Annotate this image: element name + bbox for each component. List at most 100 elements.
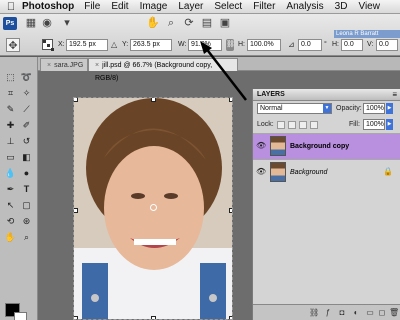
hand-tool-icon[interactable]: ✋ [146,16,160,30]
blend-mode-value: Normal [260,105,283,112]
ruler-tool-icon[interactable]: ⟋ [19,103,34,116]
lasso-tool-icon[interactable]: ➰ [19,71,34,84]
rotate-view-icon[interactable]: ⟳ [182,16,196,30]
menu-select[interactable]: Select [214,1,242,12]
blur-tool-icon[interactable]: 💧 [3,167,18,180]
layers-panel: LAYERS ≡ Normal ▼ Opacity: 100% ▶ Lock: … [252,89,400,320]
eye-icon[interactable]: 👁 [256,168,266,176]
delta-icon[interactable]: △ [111,40,117,49]
x-field[interactable]: 192.5 px [66,39,108,51]
zoom-icon[interactable]: ◉ [40,16,54,30]
menu-file[interactable]: File [84,1,100,12]
mask-icon[interactable]: ◘ [337,308,347,318]
menu-analysis[interactable]: Analysis [286,1,323,12]
reference-point-icon[interactable] [42,39,54,51]
type-tool-icon[interactable]: T [19,183,34,196]
transform-handle-bottom-left[interactable] [74,316,78,319]
layer-name[interactable]: Background copy [290,143,349,150]
lock-icon: 🔒 [383,167,393,176]
width-field[interactable]: 91.0% [188,39,222,51]
fill-label: Fill: [349,121,360,128]
transform-handle-top-right[interactable] [229,98,232,102]
zoom-tool-icon[interactable]: ⌕ [164,16,178,30]
close-icon[interactable]: × [47,62,51,69]
close-icon[interactable]: × [95,62,99,69]
new-layer-icon[interactable]: ◻ [377,308,387,318]
gradient-tool-icon[interactable]: ◧ [19,151,34,164]
layers-panel-footer: ⛓ ƒ ◘ ◐ ▭ ◻ 🗑 [253,304,400,320]
fx-icon[interactable]: ƒ [323,308,333,318]
hskew-field[interactable]: 0.0 [341,39,363,51]
transform-handle-middle-left[interactable] [74,208,78,213]
transform-handle-middle-right[interactable] [229,208,232,213]
healing-tool-icon[interactable]: ✚ [3,119,18,132]
marquee-tool-icon[interactable]: ⬚ [3,71,18,84]
options-bar: Ps ▦ ◉ ▾ ✋ ⌕ ⟳ ▤ ▣ Leona R Barratt ✥ X: … [0,14,400,56]
opacity-arrow-icon[interactable]: ▶ [386,103,393,114]
adjustment-icon[interactable]: ◐ [351,308,361,318]
layer-row-background-copy[interactable]: 👁 Background copy [253,133,400,159]
transform-handle-top-middle[interactable] [151,98,156,102]
crop-tool-icon[interactable]: ⌗ [3,87,18,100]
blend-mode-select[interactable]: Normal ▼ [257,103,332,114]
wand-tool-icon[interactable]: ✧ [19,87,34,100]
screen-mode-icon[interactable]: ▣ [218,16,232,30]
path-select-tool-icon[interactable]: ↖ [3,199,18,212]
rotate-field[interactable]: 0.0 [298,39,322,51]
link-icon[interactable]: ⛓ [226,39,235,51]
menu-view[interactable]: View [358,1,380,12]
stamp-tool-icon[interactable]: ⊥ [3,135,18,148]
image-canvas[interactable] [73,97,233,320]
3d-orbit-tool-icon[interactable]: ⊛ [19,215,34,228]
menu-app-name[interactable]: Photoshop [22,1,74,12]
dodge-tool-icon[interactable]: ● [19,167,34,180]
rotate-icon[interactable]: ⊿ [288,40,295,49]
lock-label: Lock: [257,121,274,128]
lock-position-icon[interactable] [299,121,307,129]
lock-all-icon[interactable] [310,121,318,129]
menu-layer[interactable]: Layer [178,1,203,12]
layout-icon[interactable]: ▦ [24,16,38,30]
tab-sara[interactable]: × sara.JPG [40,58,88,71]
move-tool-icon[interactable]: ✥ [6,38,20,52]
transform-handle-bottom-middle[interactable] [151,316,156,319]
hand-tool-icon[interactable]: ✋ [3,231,18,244]
zoom-tool-icon[interactable]: ⌕ [19,231,34,244]
apple-menu-icon[interactable]:  [0,0,22,14]
layer-row-background[interactable]: 👁 Background 🔒 [253,159,400,185]
fill-arrow-icon[interactable]: ▶ [386,119,393,130]
menu-3d[interactable]: 3D [335,1,348,12]
hskew-label: H: [332,41,339,48]
eyedropper-tool-icon[interactable]: ✎ [3,103,18,116]
link-layers-icon[interactable]: ⛓ [309,308,319,318]
tab-jill[interactable]: × jill.psd @ 66.7% (Background copy, RGB/… [88,58,238,82]
transform-handle-bottom-right[interactable] [229,316,232,319]
history-brush-icon[interactable]: ↺ [19,135,34,148]
layers-panel-title: LAYERS [257,91,285,98]
menu-edit[interactable]: Edit [111,1,128,12]
panel-menu-icon[interactable]: ≡ [392,89,397,101]
group-icon[interactable]: ▭ [365,308,375,318]
opacity-field[interactable]: 100% [363,103,385,114]
grid-icon[interactable]: ▤ [200,16,214,30]
transform-handle-top-left[interactable] [74,98,78,102]
menu-filter[interactable]: Filter [253,1,275,12]
shape-tool-icon[interactable]: ▢ [19,199,34,212]
zoom-level-icon[interactable]: ▾ [60,16,74,30]
trash-icon[interactable]: 🗑 [389,308,399,318]
layer-name[interactable]: Background [290,169,327,176]
eraser-tool-icon[interactable]: ▭ [3,151,18,164]
y-field[interactable]: 263.5 px [130,39,172,51]
height-field[interactable]: 100.0% [247,39,281,51]
vskew-field[interactable]: 0.0 [376,39,398,51]
transform-center-point[interactable] [150,204,157,211]
lock-pixels-icon[interactable] [288,121,296,129]
lock-transparency-icon[interactable] [277,121,285,129]
fill-field[interactable]: 100% [363,119,385,130]
menu-image[interactable]: Image [140,1,168,12]
eye-icon[interactable]: 👁 [256,142,266,150]
brush-tool-icon[interactable]: ✐ [19,119,34,132]
pen-tool-icon[interactable]: ✒ [3,183,18,196]
background-color-swatch[interactable] [14,312,27,320]
3d-rotate-tool-icon[interactable]: ⟲ [3,215,18,228]
